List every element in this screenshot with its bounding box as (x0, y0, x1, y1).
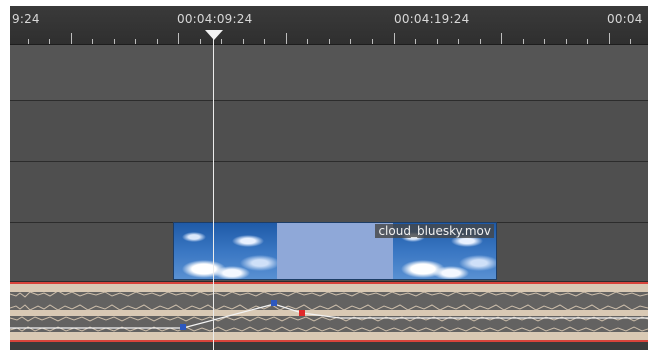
ruler-tick (307, 39, 308, 44)
timeline-bottom-strip (10, 342, 648, 350)
ruler-tick (544, 39, 545, 44)
ruler-tick (630, 39, 631, 44)
audio-track[interactable] (10, 282, 648, 342)
ruler-tick (458, 39, 459, 44)
ruler-tick (587, 39, 588, 44)
ruler-tick (28, 39, 29, 44)
ruler-tick (200, 39, 201, 44)
ruler-tick (92, 39, 93, 44)
screenshot-canvas: { "ruler": { "timecodes": ["9:24", "00:0… (0, 0, 652, 354)
ruler-tick (480, 39, 481, 44)
clip-name-label: cloud_bluesky.mov (375, 224, 494, 238)
timecode-label-3: 00:04:19:24 (394, 12, 470, 26)
ruler-tick (114, 39, 115, 44)
video-clip[interactable]: cloud_bluesky.mov (173, 222, 497, 280)
ruler-tick (415, 39, 416, 44)
ruler-tick (71, 33, 72, 44)
timecode-label-1: 9:24 (12, 12, 40, 26)
ruler-tick (264, 39, 265, 44)
ruler-tick (372, 39, 373, 44)
timecode-label-4: 00:04 (607, 12, 643, 26)
volume-keyframe-selected[interactable] (299, 310, 305, 316)
volume-keyframe[interactable] (271, 300, 277, 306)
ruler-tick (437, 39, 438, 44)
ruler-tick (329, 39, 330, 44)
ruler-tick (501, 33, 502, 44)
ruler-tick (350, 39, 351, 44)
playhead-line[interactable] (213, 30, 214, 350)
playhead-handle-icon[interactable] (205, 30, 223, 40)
ruler-tick (135, 39, 136, 44)
ruler-tick (157, 39, 158, 44)
volume-keyframe[interactable] (180, 324, 186, 330)
clip-thumbnail-start (174, 223, 277, 279)
ruler-tick (178, 33, 179, 44)
timeline-ruler[interactable]: 9:24 00:04:09:24 00:04:19:24 00:04 (10, 6, 648, 45)
ruler-tick (286, 33, 287, 44)
timeline-panel: 9:24 00:04:09:24 00:04:19:24 00:04 cloud… (10, 6, 648, 350)
ruler-tick (523, 39, 524, 44)
ruler-tick (243, 39, 244, 44)
timeline-track[interactable] (10, 101, 648, 162)
timeline-track[interactable] (10, 162, 648, 223)
ruler-tick (49, 39, 50, 44)
ruler-tick (566, 39, 567, 44)
ruler-tick (609, 33, 610, 44)
timeline-track[interactable] (10, 45, 648, 101)
ruler-tick (394, 33, 395, 44)
timecode-label-2: 00:04:09:24 (177, 12, 253, 26)
audio-waveform (10, 284, 648, 340)
